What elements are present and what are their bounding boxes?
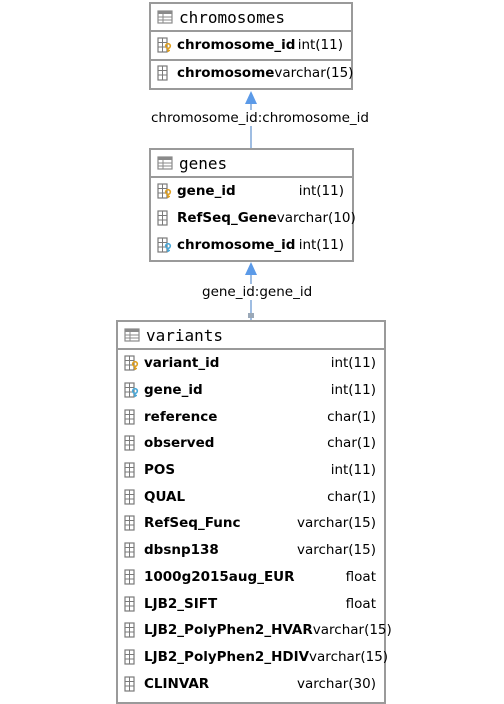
primary-key-icon	[157, 183, 173, 199]
column-name: QUAL	[144, 488, 186, 505]
table-icon	[157, 155, 173, 171]
column-row-pos[interactable]: POS int(11)	[118, 457, 384, 484]
column-icon	[124, 409, 140, 425]
column-type: int(11)	[298, 183, 344, 200]
column-row-refseq-func[interactable]: RefSeq_Func varchar(15)	[118, 510, 384, 537]
column-name: LJB2_PolyPhen2_HVAR	[144, 622, 313, 639]
column-icon	[124, 622, 140, 638]
table-header[interactable]: chromosomes	[151, 4, 351, 32]
table-title: chromosomes	[179, 7, 285, 27]
primary-key-icon	[124, 355, 140, 371]
table-title: variants	[146, 325, 224, 345]
column-icon	[124, 675, 140, 692]
column-row-gene-id[interactable]: gene_id int(11)	[151, 178, 352, 205]
relation-label-chromosome: chromosome_id:chromosome_id	[150, 110, 370, 126]
column-name: gene_id	[177, 183, 236, 200]
column-type: varchar(15)	[274, 65, 354, 82]
column-type: char(1)	[327, 488, 376, 505]
column-type: char(1)	[327, 408, 376, 425]
column-name: chromosome	[177, 65, 275, 82]
column-name: RefSeq_Func	[144, 515, 241, 532]
column-row-gene-id[interactable]: gene_id int(11)	[118, 377, 384, 404]
column-name: variant_id	[144, 355, 220, 372]
column-row-chromosome-id[interactable]: chromosome_id int(11)	[151, 231, 352, 258]
column-name: reference	[144, 408, 218, 425]
table-icon	[157, 9, 173, 25]
column-type: varchar(15)	[296, 515, 376, 532]
column-name: observed	[144, 435, 215, 452]
column-type: varchar(15)	[309, 648, 389, 665]
column-name: chromosome_id	[177, 236, 296, 253]
column-row-dbsnp138[interactable]: dbsnp138 varchar(15)	[118, 537, 384, 564]
relation-label-gene: gene_id:gene_id	[201, 284, 314, 300]
column-row-chromosome[interactable]: chromosome varchar(15)	[151, 58, 354, 86]
column-type: int(11)	[330, 462, 376, 479]
column-row-observed[interactable]: observed char(1)	[118, 430, 384, 457]
column-icon	[124, 489, 140, 505]
column-icon	[157, 65, 173, 81]
column-icon	[157, 210, 173, 226]
column-type: varchar(30)	[296, 675, 376, 692]
column-name: dbsnp138	[144, 542, 219, 559]
column-row-variant-id[interactable]: variant_id int(11)	[118, 350, 384, 377]
column-icon	[124, 649, 140, 665]
table-icon	[124, 327, 140, 343]
column-row-qual[interactable]: QUAL char(1)	[118, 483, 384, 510]
column-row-ljb2-polyphen2-hdiv[interactable]: LJB2_PolyPhen2_HDIV varchar(15)	[118, 644, 388, 671]
table-genes[interactable]: genes gene_id int(11) RefSeq_Gene varchar(1…	[149, 148, 356, 262]
column-row-refseq-gene[interactable]: RefSeq_Gene varchar(10)	[151, 205, 356, 232]
table-variants[interactable]: variants variant_id int(11) gene_id int(11)…	[116, 320, 392, 704]
foreign-key-icon	[124, 382, 140, 398]
column-row-ljb2-polyphen2-hvar[interactable]: LJB2_PolyPhen2_HVAR varchar(15)	[118, 617, 392, 644]
column-type: float	[345, 595, 376, 612]
column-type: varchar(15)	[296, 542, 376, 559]
column-type: char(1)	[327, 435, 376, 452]
column-icon	[124, 595, 140, 612]
column-type: varchar(15)	[312, 622, 392, 639]
column-type: int(11)	[297, 37, 343, 54]
table-title: genes	[179, 153, 228, 173]
column-row-clinvar[interactable]: CLINVAR varchar(30)	[118, 670, 384, 697]
column-icon	[124, 569, 140, 585]
column-name: chromosome_id	[177, 37, 296, 54]
table-chromosomes[interactable]: chromosomes chromosome_id int(11) chromoso…	[149, 2, 353, 90]
column-type: int(11)	[298, 236, 344, 253]
column-icon	[124, 515, 140, 532]
column-name: RefSeq_Gene	[177, 210, 277, 227]
column-name: LJB2_PolyPhen2_HDIV	[144, 648, 310, 665]
column-row-ljb2-sift[interactable]: LJB2_SIFT float	[118, 590, 384, 617]
column-name: gene_id	[144, 382, 203, 399]
column-name: CLINVAR	[144, 675, 210, 692]
arrow-to-chromosomes	[245, 91, 257, 104]
column-name: LJB2_SIFT	[144, 595, 218, 612]
arrow-to-genes	[245, 262, 257, 275]
link-anchor	[248, 313, 254, 318]
column-icon	[124, 462, 140, 478]
column-type: float	[345, 568, 376, 585]
table-header[interactable]: variants	[118, 322, 384, 350]
column-icon	[124, 542, 140, 558]
primary-key-icon	[157, 37, 173, 53]
column-name: 1000g2015aug_EUR	[144, 568, 295, 585]
column-row-reference[interactable]: reference char(1)	[118, 403, 384, 430]
foreign-key-icon	[157, 237, 173, 253]
column-row-chromosome-id[interactable]: chromosome_id int(11)	[151, 32, 351, 59]
column-icon	[124, 435, 140, 452]
column-type: int(11)	[330, 355, 376, 372]
column-type: varchar(10)	[276, 210, 356, 227]
column-name: POS	[144, 462, 176, 479]
table-header[interactable]: genes	[151, 150, 352, 178]
column-row-1000g2015aug-eur[interactable]: 1000g2015aug_EUR float	[118, 564, 384, 591]
column-type: int(11)	[330, 382, 376, 399]
